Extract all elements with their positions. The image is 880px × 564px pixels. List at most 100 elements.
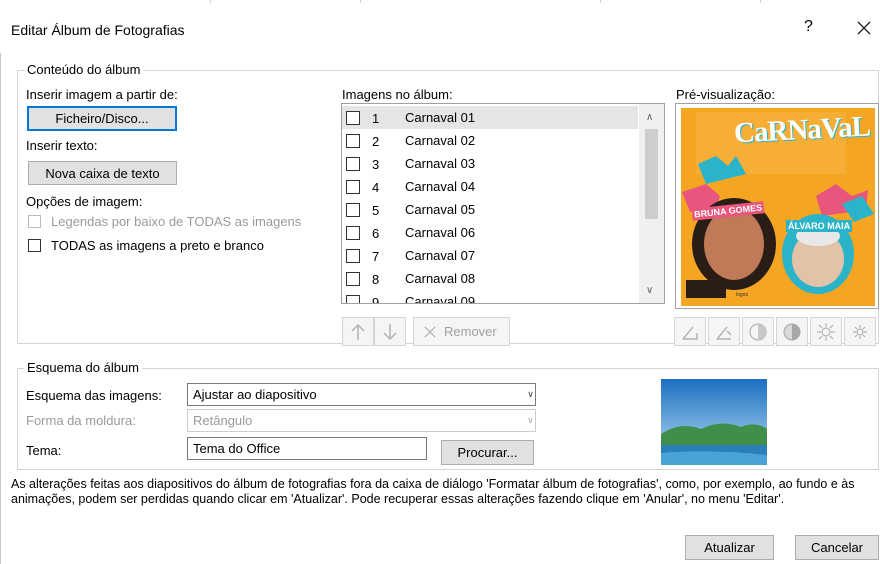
list-item-checkbox[interactable] [346, 203, 360, 217]
preview-pane: logos CaRNaVaL BRUNA GOMES ÁLVARO MAIA [675, 103, 879, 309]
scroll-up-arrow-icon[interactable]: ∧ [646, 112, 653, 123]
list-item-checkbox[interactable] [346, 249, 360, 263]
list-item-name: Carnaval 07 [405, 248, 476, 263]
new-textbox-button-label: Nova caixa de texto [45, 165, 160, 181]
list-item[interactable]: 5 Carnaval 05 [342, 198, 638, 221]
list-item-number: 6 [372, 226, 380, 241]
list-item[interactable]: 1 Carnaval 01 [342, 106, 638, 129]
list-scrollbar[interactable]: ∧ ∨ [639, 104, 664, 303]
chevron-down-icon: ∨ [527, 389, 534, 399]
file-disk-button[interactable]: Ficheiro/Disco... [27, 106, 177, 131]
scroll-down-arrow-icon[interactable]: ∨ [646, 285, 653, 296]
list-item[interactable]: 4 Carnaval 04 [342, 175, 638, 198]
captions-checkbox[interactable] [28, 215, 41, 228]
list-item-checkbox[interactable] [346, 134, 360, 148]
landscape-thumbnail-image [661, 379, 767, 465]
list-item-name: Carnaval 02 [405, 133, 476, 148]
insert-image-label: Inserir imagem a partir de: [26, 87, 178, 102]
list-item-checkbox[interactable] [346, 226, 360, 240]
decrease-contrast-button[interactable] [776, 317, 808, 346]
list-item[interactable]: 2 Carnaval 02 [342, 129, 638, 152]
theme-label: Tema: [26, 443, 62, 458]
list-item-checkbox[interactable] [346, 272, 360, 286]
list-item-number: 9 [372, 295, 380, 304]
list-item-name: Carnaval 05 [405, 202, 476, 217]
bw-checkbox-label: TODAS as imagens a preto e branco [51, 238, 264, 253]
arrow-down-icon [383, 323, 397, 340]
list-item[interactable]: 3 Carnaval 03 [342, 152, 638, 175]
theme-value: Tema do Office [193, 441, 281, 456]
chevron-down-icon: ∨ [527, 415, 534, 425]
theme-field[interactable]: Tema do Office [187, 437, 427, 460]
arrow-up-icon [351, 323, 365, 340]
rotate-left-button[interactable] [674, 317, 706, 346]
preview-label: Pré-visualização: [676, 87, 775, 102]
update-button-label: Atualizar [704, 540, 755, 555]
list-item-number: 7 [372, 249, 380, 264]
browse-button[interactable]: Procurar... [441, 440, 534, 465]
dialog-title: Editar Álbum de Fotografias [11, 22, 185, 38]
svg-text:logos: logos [736, 292, 748, 298]
content-group-legend: Conteúdo do álbum [24, 62, 144, 77]
remove-x-icon [424, 326, 436, 337]
close-button[interactable] [852, 16, 876, 40]
image-options-label: Opções de imagem: [26, 194, 143, 209]
layout-group-legend: Esquema do álbum [24, 360, 143, 375]
frame-shape-select[interactable]: Retângulo ∨ [187, 409, 536, 432]
list-item-name: Carnaval 04 [405, 179, 476, 194]
insert-text-label: Inserir texto: [26, 138, 98, 153]
move-up-button[interactable] [342, 317, 374, 346]
update-button[interactable]: Atualizar [685, 535, 774, 560]
picture-layout-select[interactable]: Ajustar ao diapositivo ∨ [187, 383, 536, 406]
list-item-checkbox[interactable] [346, 111, 360, 125]
list-item-name: Carnaval 06 [405, 225, 476, 240]
list-item-checkbox[interactable] [346, 180, 360, 194]
frame-shape-value: Retângulo [193, 413, 253, 428]
layout-preview-thumbnail [661, 379, 767, 465]
list-item[interactable]: 6 Carnaval 06 [342, 221, 638, 244]
list-item-number: 4 [372, 180, 380, 195]
move-down-button[interactable] [374, 317, 406, 346]
window-left-edge [0, 5, 1, 564]
list-item-name: Carnaval 03 [405, 156, 476, 171]
picture-layout-value: Ajustar ao diapositivo [193, 387, 317, 402]
remove-button[interactable]: Remover [413, 317, 510, 346]
rotate-right-button[interactable] [708, 317, 740, 346]
list-item-name: Carnaval 08 [405, 271, 476, 286]
decrease-brightness-button[interactable] [844, 317, 876, 346]
cancel-button-label: Cancelar [810, 540, 864, 555]
captions-checkbox-label: Legendas por baixo de TODAS as imagens [51, 214, 302, 229]
scrollbar-thumb[interactable] [645, 129, 658, 219]
list-item[interactable]: 9 Carnaval 09 [342, 290, 638, 304]
album-image-list[interactable]: 1 Carnaval 01 2 Carnaval 02 3 Carnaval 0… [341, 103, 665, 304]
list-item[interactable]: 8 Carnaval 08 [342, 267, 638, 290]
list-item-number: 3 [372, 157, 380, 172]
contrast-down-icon [783, 323, 801, 340]
list-item-number: 8 [372, 272, 380, 287]
list-item-name: Carnaval 09 [405, 294, 476, 304]
brightness-down-icon [853, 324, 867, 339]
increase-brightness-button[interactable] [810, 317, 842, 346]
new-textbox-button[interactable]: Nova caixa de texto [28, 161, 177, 185]
bw-checkbox[interactable] [28, 239, 41, 252]
cancel-button[interactable]: Cancelar [795, 535, 879, 560]
list-item-number: 1 [372, 111, 380, 126]
picture-layout-label: Esquema das imagens: [26, 388, 162, 403]
browse-button-label: Procurar... [457, 445, 518, 460]
close-icon [857, 21, 871, 35]
list-item-name: Carnaval 01 [405, 110, 476, 125]
increase-contrast-button[interactable] [742, 317, 774, 346]
frame-shape-label: Forma da moldura: [26, 413, 136, 428]
contrast-up-icon [749, 323, 767, 340]
poster-name-right: ÁLVARO MAIA [786, 220, 853, 232]
list-item-checkbox[interactable] [346, 157, 360, 171]
remove-button-label: Remover [444, 324, 497, 339]
list-item-number: 2 [372, 134, 380, 149]
list-item-checkbox[interactable] [346, 295, 360, 303]
brightness-up-icon [817, 322, 835, 341]
file-disk-button-label: Ficheiro/Disco... [55, 111, 149, 126]
rotate-left-icon [682, 326, 698, 340]
list-item-number: 5 [372, 203, 380, 218]
list-item[interactable]: 7 Carnaval 07 [342, 244, 638, 267]
help-button[interactable]: ? [804, 18, 813, 36]
